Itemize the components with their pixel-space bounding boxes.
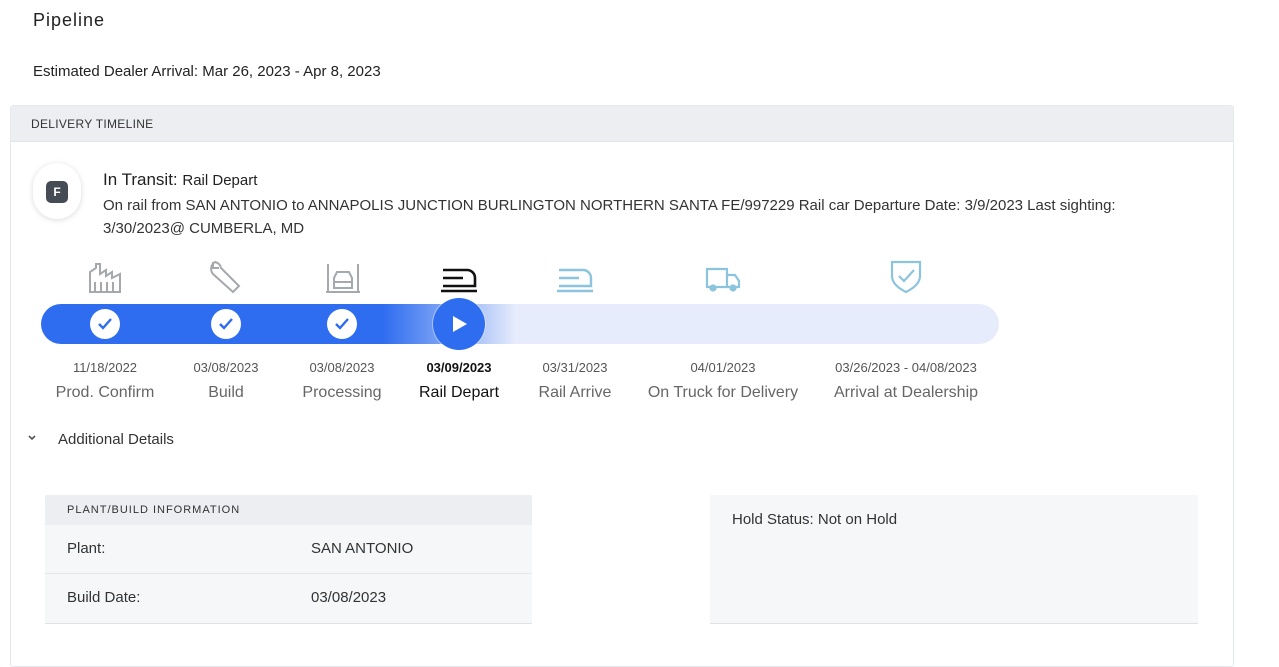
additional-details-toggle[interactable]: Additional Details <box>58 431 174 448</box>
build-date-value: 03/08/2023 <box>311 589 387 606</box>
step-done-check <box>90 309 120 339</box>
build-date-row: Build Date: 03/08/2023 <box>45 574 532 622</box>
hold-status-card: Hold Status: Not on Hold <box>710 495 1198 624</box>
current-step-marker <box>433 298 485 350</box>
factory-icon <box>89 263 121 293</box>
estimated-arrival: Estimated Dealer Arrival: Mar 26, 2023 -… <box>33 63 381 80</box>
delivery-timeline-header: DELIVERY TIMELINE <box>11 106 1233 142</box>
step-label: On Truck for Delivery <box>647 384 799 401</box>
status-description: On rail from SAN ANTONIO to ANNAPOLIS JU… <box>103 197 1116 237</box>
status-main: In Transit: <box>103 170 178 189</box>
step-done-check <box>327 309 357 339</box>
play-icon <box>453 316 467 332</box>
check-icon <box>219 318 233 330</box>
hold-status: Hold Status: Not on Hold <box>732 511 898 528</box>
step-done-check <box>211 309 241 339</box>
progress-track <box>41 304 999 344</box>
step-date: 04/01/2023 <box>690 360 756 375</box>
status-sub: Rail Depart <box>182 172 258 189</box>
status-badge: F <box>33 163 81 219</box>
page-title: Pipeline <box>33 10 106 30</box>
wrench-icon <box>210 260 241 294</box>
truck-icon <box>705 267 741 292</box>
plant-value: SAN ANTONIO <box>311 540 414 557</box>
shield-check-icon <box>890 260 922 294</box>
step-label: Arrival at Dealership <box>833 384 979 401</box>
check-icon <box>98 318 112 330</box>
plant-build-card: PLANT/BUILD INFORMATION Plant: SAN ANTON… <box>45 495 532 624</box>
step-date: 03/26/2023 - 04/08/2023 <box>835 360 977 375</box>
build-date-key: Build Date: <box>67 589 141 606</box>
rail-depart-icon <box>441 268 477 293</box>
plant-key: Plant: <box>67 540 106 557</box>
vehicle-processing-icon <box>326 264 360 293</box>
plant-row: Plant: SAN ANTONIO <box>45 525 532 574</box>
rail-arrive-icon <box>557 268 593 293</box>
status-title: In Transit: Rail Depart <box>103 170 257 190</box>
badge-letter: F <box>46 181 68 203</box>
plant-build-header: PLANT/BUILD INFORMATION <box>45 495 532 525</box>
chevron-down-icon[interactable] <box>26 433 38 443</box>
check-icon <box>335 318 349 330</box>
